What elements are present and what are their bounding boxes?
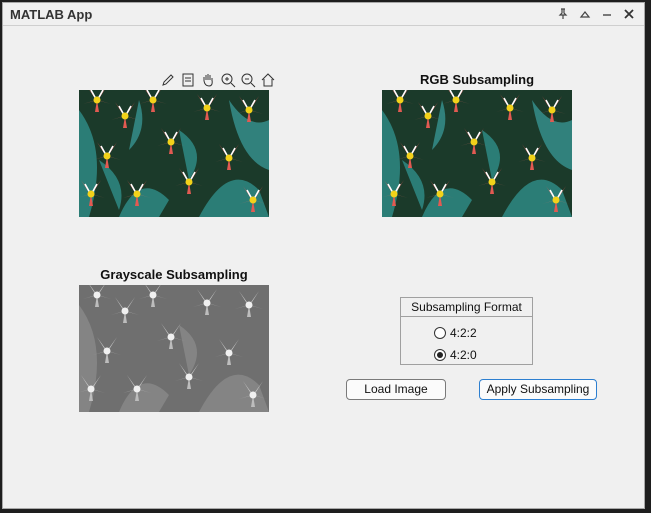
- apply-subsampling-button[interactable]: Apply Subsampling: [479, 379, 597, 400]
- subsampling-format-group: Subsampling Format 4:2:2 4:2:0: [400, 297, 533, 365]
- radio-420-button[interactable]: [434, 349, 446, 361]
- subsampling-format-title: Subsampling Format: [401, 298, 532, 317]
- radio-420[interactable]: 4:2:0: [434, 348, 477, 362]
- radio-422-button[interactable]: [434, 327, 446, 339]
- axes-toolbar: [158, 71, 277, 89]
- brush-icon[interactable]: [158, 71, 177, 89]
- datatip-icon[interactable]: [178, 71, 197, 89]
- rgb-axes-title: RGB Subsampling: [419, 72, 535, 87]
- app-window: MATLAB App Orig: [2, 2, 645, 509]
- zoom-in-icon[interactable]: [218, 71, 237, 89]
- minimize-icon[interactable]: [598, 6, 616, 22]
- radio-422-label: 4:2:2: [450, 326, 477, 340]
- window-title: MATLAB App: [10, 7, 93, 22]
- gray-axes-title: Grayscale Subsampling: [100, 267, 248, 282]
- radio-420-label: 4:2:0: [450, 348, 477, 362]
- load-image-button[interactable]: Load Image: [346, 379, 446, 400]
- radio-422[interactable]: 4:2:2: [434, 326, 477, 340]
- original-image: [76, 85, 269, 217]
- title-bar: MATLAB App: [3, 3, 644, 26]
- zoom-out-icon[interactable]: [238, 71, 257, 89]
- restore-icon[interactable]: [576, 6, 594, 22]
- home-icon[interactable]: [258, 71, 277, 89]
- rgb-subsampled-image: [379, 85, 572, 217]
- close-icon[interactable]: [620, 6, 638, 22]
- pin-icon[interactable]: [554, 6, 572, 22]
- pan-icon[interactable]: [198, 71, 217, 89]
- grayscale-subsampled-image: [77, 281, 269, 412]
